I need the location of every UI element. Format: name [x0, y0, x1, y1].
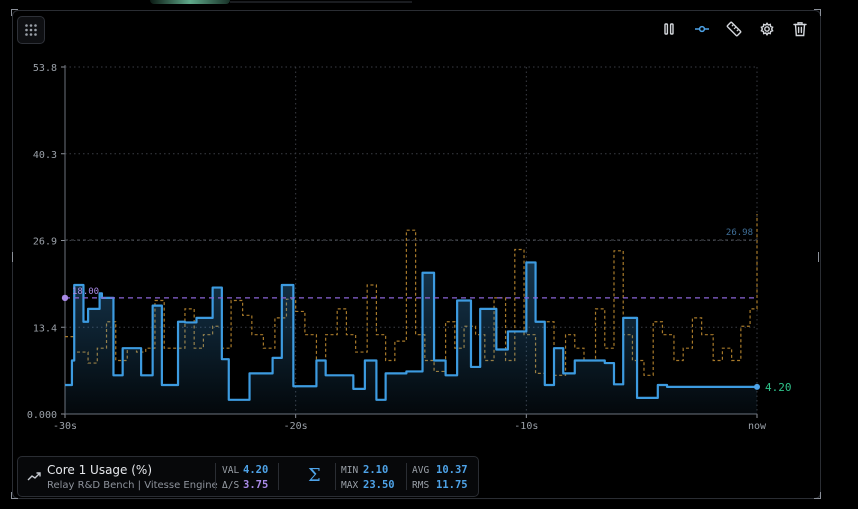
val-value: 4.20	[243, 464, 269, 476]
rms-value: 11.75	[436, 479, 468, 491]
rate-value: 3.75	[243, 479, 269, 491]
secondary-series-line	[65, 214, 758, 376]
x-tick-label: now	[748, 421, 767, 432]
rms-label: RMS	[412, 480, 430, 491]
current-value-label: 4.20	[765, 381, 792, 394]
y-tick-label: 0.000	[27, 410, 57, 421]
threshold-label: 18.00	[72, 287, 99, 297]
primary-series-area	[65, 262, 757, 414]
avg-label: AVG	[412, 465, 430, 476]
legend-divider	[335, 463, 336, 490]
min-label: MIN	[341, 465, 359, 476]
current-value-dot	[754, 383, 760, 390]
line-chart: 0.000 13.4 26.9 40.3 53.8 -30s -20s -10s now 26.…	[27, 63, 792, 432]
y-tick-label: 13.4	[33, 323, 57, 334]
max-value: 23.50	[363, 479, 395, 491]
sigma-icon[interactable]: Σ	[308, 465, 321, 486]
threshold-handle	[61, 294, 69, 302]
max-marker-label: 26.98	[726, 228, 753, 238]
trend-up-icon	[27, 472, 41, 481]
legend-divider	[278, 463, 279, 490]
y-tick-label: 53.8	[33, 63, 57, 74]
y-tick-label: 40.3	[33, 150, 57, 161]
legend-subtitle: Relay R&D Bench | Vitesse Engine	[47, 480, 218, 491]
legend-divider	[406, 463, 407, 490]
rate-label: Δ/S	[222, 480, 240, 491]
val-label: VAL	[222, 465, 240, 476]
legend-divider	[215, 463, 216, 490]
x-tick-label: -30s	[53, 421, 77, 432]
min-value: 2.10	[363, 464, 389, 476]
max-label: MAX	[341, 480, 359, 491]
series-legend[interactable]: Core 1 Usage (%) Relay R&D Bench | Vites…	[17, 456, 479, 497]
legend-title: Core 1 Usage (%)	[47, 463, 153, 477]
y-tick-label: 26.9	[33, 237, 57, 248]
x-tick-label: -10s	[514, 421, 538, 432]
x-tick-label: -20s	[284, 421, 308, 432]
avg-value: 10.37	[436, 464, 468, 476]
